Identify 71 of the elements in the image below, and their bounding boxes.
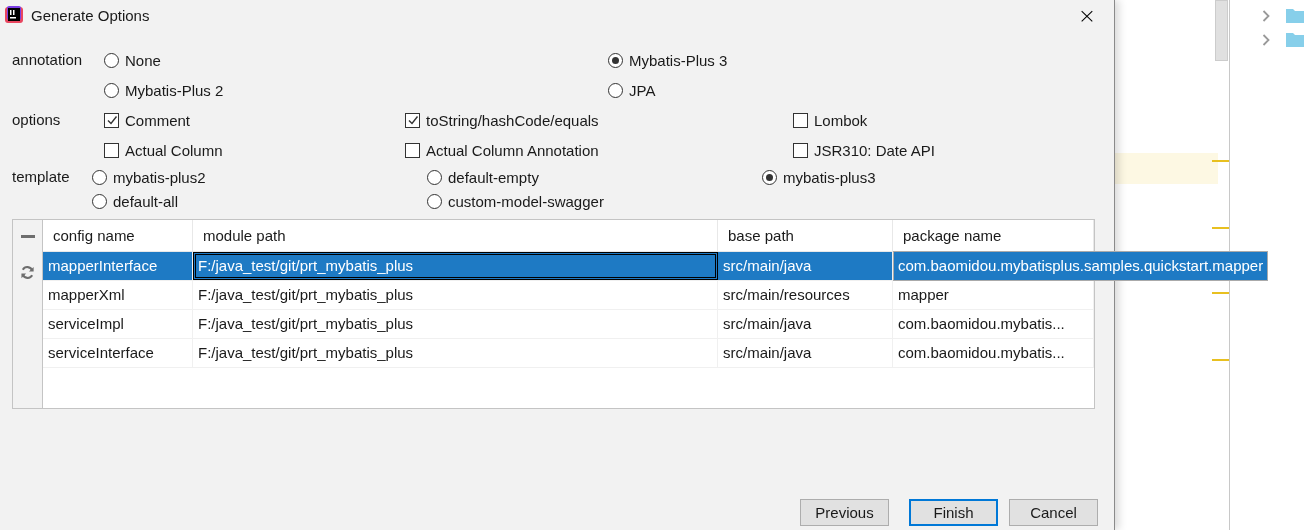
option-label[interactable]: Actual Column Annotation: [426, 141, 599, 159]
table-cell: F:/java_test/git/prt_mybatis_plus: [193, 310, 718, 338]
radio-button[interactable]: [104, 82, 119, 98]
table-cell: com.baomidou.mybatis...: [893, 310, 1094, 338]
table-cell: serviceInterface: [43, 339, 193, 367]
chevron-icon[interactable]: [1262, 34, 1270, 46]
radio-button[interactable]: [762, 169, 777, 185]
checkmark-icon: [105, 114, 118, 126]
radio-button[interactable]: [427, 193, 442, 209]
refresh-icon[interactable]: [20, 265, 35, 280]
table-cell: mapperInterface: [43, 252, 193, 280]
chevron-icon[interactable]: [1262, 10, 1270, 22]
change-marker: [1212, 160, 1229, 162]
radio-button[interactable]: [92, 169, 107, 185]
checkbox[interactable]: [405, 112, 420, 128]
table-cell: src/main/resources: [718, 281, 893, 309]
checkbox[interactable]: [104, 112, 119, 128]
dialog-button[interactable]: Cancel: [1009, 499, 1098, 526]
close-button[interactable]: ×: [1064, 0, 1110, 30]
option-label[interactable]: Actual Column: [125, 141, 223, 159]
option-label[interactable]: default-empty: [448, 168, 539, 186]
option-label[interactable]: toString/hashCode/equals: [426, 111, 599, 129]
group-label: options: [12, 110, 62, 130]
option-label[interactable]: JPA: [629, 81, 656, 99]
option-label[interactable]: default-all: [113, 192, 179, 210]
table-cell: src/main/java: [718, 310, 893, 338]
expanded-cell-tooltip: com.baomidou.mybatisplus.samples.quickstart.mapper: [893, 251, 1269, 281]
checkbox[interactable]: [793, 112, 808, 128]
radio-button[interactable]: [608, 82, 623, 98]
table-cell: mapper: [893, 281, 1094, 309]
table-cell: F:/java_test/git/prt_mybatis_plus: [193, 339, 718, 367]
table-cell: mapperXml: [43, 281, 193, 309]
table-row[interactable]: serviceInterface F:/java_test/git/prt_mybatis_plus src/main/java com.baomidou.mybatis...: [43, 339, 1094, 368]
table-row[interactable]: serviceImpl F:/java_test/git/prt_mybatis_plus src/main/java com.baomidou.mybatis...: [43, 310, 1094, 339]
radio-button[interactable]: [104, 52, 119, 68]
radio-button[interactable]: [92, 193, 107, 209]
table-cell: serviceImpl: [43, 310, 193, 338]
option-label[interactable]: custom-model-swagger: [448, 192, 604, 210]
table-cell: com.baomidou.mybatis...: [893, 339, 1094, 367]
change-marker: [1212, 292, 1229, 294]
radio-button[interactable]: [427, 169, 442, 185]
column-header[interactable]: base path: [718, 220, 893, 251]
table-cell: F:/java_test/git/prt_mybatis_plus: [193, 281, 718, 309]
change-marker: [1212, 227, 1229, 229]
window-title: Generate Options: [31, 6, 150, 24]
dialog-button[interactable]: Finish: [909, 499, 998, 526]
app-logo-icon: [5, 6, 23, 24]
option-label[interactable]: Mybatis-Plus 3: [629, 51, 728, 69]
option-label[interactable]: Mybatis-Plus 2: [125, 81, 224, 99]
radio-button[interactable]: [608, 52, 623, 68]
scrollbar-thumb[interactable]: [1215, 0, 1228, 61]
table-row[interactable]: mapperXml F:/java_test/git/prt_mybatis_plus src/main/resources mapper: [43, 281, 1094, 310]
table-cell: src/main/java: [718, 339, 893, 367]
checkbox[interactable]: [104, 142, 119, 158]
checkbox[interactable]: [793, 142, 808, 158]
column-header[interactable]: config name: [43, 220, 193, 251]
option-label[interactable]: None: [125, 51, 161, 69]
group-label: template: [12, 167, 71, 187]
change-marker: [1212, 359, 1229, 361]
option-label[interactable]: Comment: [125, 111, 191, 129]
option-label[interactable]: mybatis-plus2: [113, 168, 206, 186]
dialog-button[interactable]: Previous: [800, 499, 889, 526]
table-cell: F:/java_test/git/prt_mybatis_plus: [193, 252, 718, 280]
option-label[interactable]: Lombok: [814, 111, 868, 129]
checkmark-icon: [406, 114, 419, 126]
option-label[interactable]: mybatis-plus3: [783, 168, 876, 186]
group-label: annotation: [12, 50, 84, 70]
minus-icon[interactable]: [20, 235, 35, 239]
column-header[interactable]: module path: [193, 220, 718, 251]
checkbox[interactable]: [405, 142, 420, 158]
option-label[interactable]: JSR310: Date API: [814, 141, 935, 159]
